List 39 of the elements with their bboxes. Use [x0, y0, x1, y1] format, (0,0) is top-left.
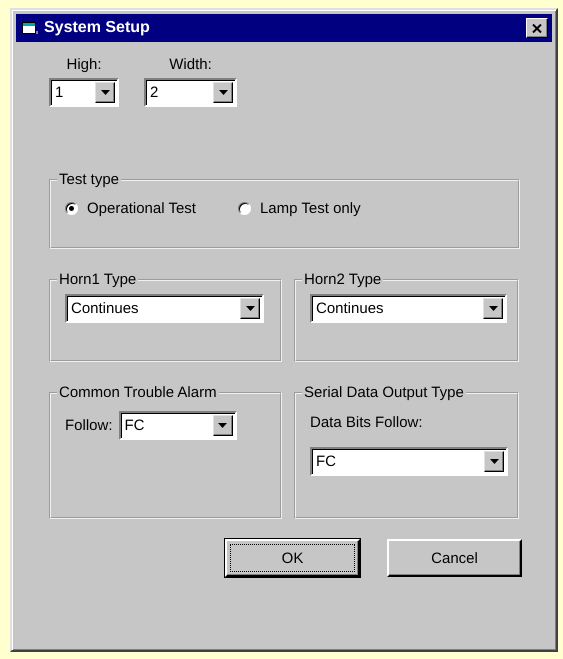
dropdown-field[interactable]: FC [310, 447, 508, 476]
radio-option[interactable]: Lamp Test only [238, 200, 361, 217]
dropdown-button[interactable] [213, 82, 233, 103]
radio-label: Operational Test [87, 200, 196, 217]
ok-button[interactable]: OK [225, 539, 360, 577]
dropdown-field[interactable]: Continues [310, 294, 507, 323]
radio-button[interactable] [238, 202, 251, 215]
caret-icon [490, 459, 498, 464]
window-icon [22, 21, 38, 35]
radio-button[interactable] [65, 202, 78, 215]
dropdown-button[interactable] [95, 82, 115, 103]
caret-icon [488, 306, 498, 311]
group-label: Test type [58, 171, 120, 188]
field-label: Width: [169, 56, 212, 73]
group-label: Serial Data Output Type [303, 384, 465, 401]
field-label: High: [66, 56, 102, 73]
dropdown-button[interactable] [483, 298, 503, 319]
field-label: Follow: [65, 417, 113, 434]
group-label: Common Trouble Alarm [58, 384, 218, 401]
dropdown-field[interactable]: Continues [65, 294, 264, 323]
dropdown-field[interactable]: 1 [49, 78, 119, 107]
radio-label: Lamp Test only [260, 200, 361, 217]
caret-icon [218, 90, 228, 95]
caret-icon [246, 306, 254, 311]
cancel-button[interactable]: Cancel [387, 539, 522, 577]
caret-icon [218, 423, 228, 428]
caret-icon [100, 90, 110, 95]
close-icon [532, 24, 542, 32]
dropdown-button[interactable] [484, 451, 504, 472]
group-label: Horn2 Type [303, 271, 382, 288]
radio-option[interactable]: Operational Test [65, 200, 196, 217]
group-label: Horn1 Type [58, 271, 138, 288]
dropdown-button[interactable] [240, 298, 260, 319]
window-title: System Setup [44, 19, 151, 37]
close-button[interactable] [526, 18, 548, 38]
dropdown-field[interactable]: 2 [144, 78, 237, 107]
dropdown-field[interactable]: FC [118, 411, 237, 440]
dropdown-button[interactable] [212, 415, 233, 436]
field-label: Data Bits Follow: [310, 414, 424, 431]
